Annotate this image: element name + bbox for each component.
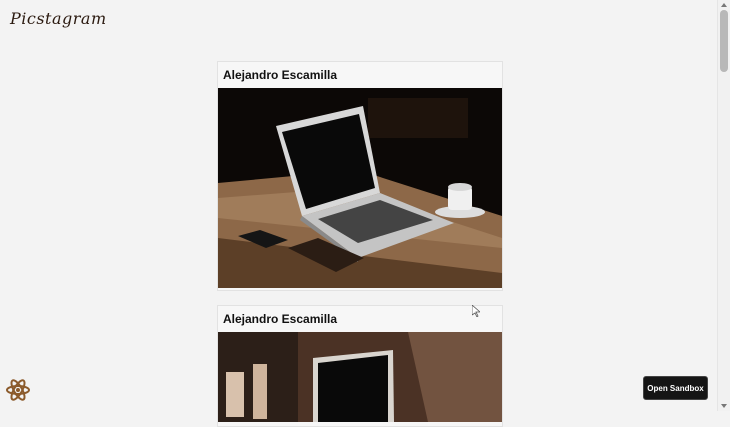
scroll-up-icon[interactable] (721, 3, 727, 7)
page-scrollbar[interactable] (717, 0, 730, 411)
app-logo[interactable]: Picstagram (10, 9, 107, 28)
codesandbox-logo-icon[interactable] (5, 377, 31, 403)
scroll-thumb[interactable] (720, 10, 728, 72)
post-photo (218, 332, 502, 422)
open-sandbox-button[interactable]: Open Sandbox (643, 376, 708, 400)
mouse-cursor-icon (472, 305, 480, 317)
post-card: Alejandro Escamilla (217, 305, 503, 427)
scroll-down-icon[interactable] (721, 404, 727, 408)
post-card: Alejandro Escamilla (217, 61, 503, 291)
post-author[interactable]: Alejandro Escamilla (218, 62, 502, 88)
top-bar: Picstagram (0, 0, 718, 40)
post-photo (218, 88, 502, 288)
post-author[interactable]: Alejandro Escamilla (218, 306, 502, 332)
